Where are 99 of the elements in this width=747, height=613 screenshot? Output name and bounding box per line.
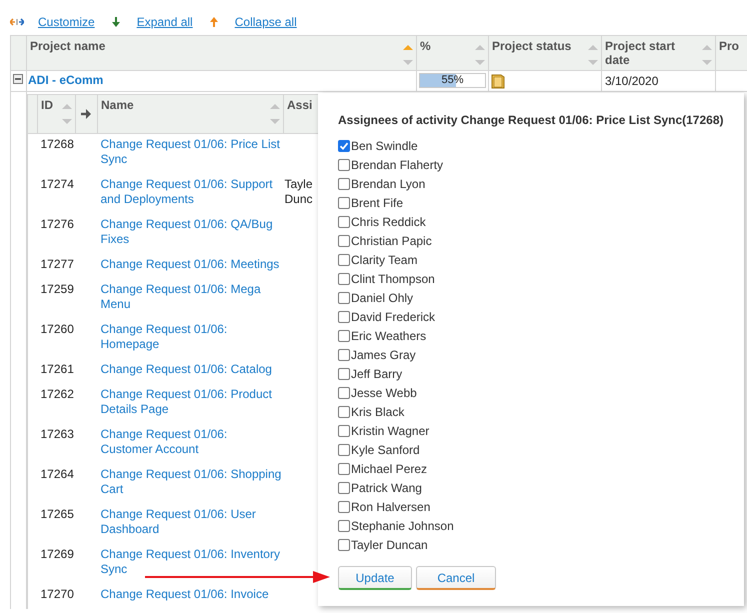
activity-id: 17264 [40,466,75,481]
assignee-option[interactable]: Clint Thompson [351,272,435,286]
activity-id: 17277 [40,256,75,271]
checkbox[interactable] [338,462,350,474]
checkbox[interactable] [338,406,350,418]
activity-id: 17270 [40,586,75,601]
assignee-option[interactable]: Ben Swindle [351,138,418,152]
checkbox[interactable] [338,216,350,228]
checkbox[interactable] [338,234,350,246]
checkbox[interactable] [338,386,350,398]
activity-link[interactable]: Change Request 01/06: Product Details Page [98,384,284,424]
checkbox[interactable] [338,500,350,512]
update-button[interactable]: Update [338,566,412,590]
header-cell[interactable]: Project start date [602,36,716,70]
project-link[interactable]: ADI - eComm [27,71,104,87]
assignee-option[interactable]: David Frederick [351,310,436,324]
activity-link[interactable]: Change Request 01/06: Mega Menu [98,279,284,319]
activity-id: 17262 [40,386,75,401]
column-label: Project name [30,39,106,55]
column-label: Project status [492,39,572,55]
assignee-option[interactable]: James Gray [351,348,416,362]
assignee-option[interactable]: Eric Weathers [351,328,426,342]
header-cell[interactable]: Pro [716,36,747,70]
folder-icon [491,73,505,89]
activity-id: 17274 [40,176,75,191]
header-cell[interactable]: Name [98,94,284,134]
checkbox[interactable] [338,272,350,284]
right-arrow-icon [80,108,92,120]
activity-link[interactable]: Change Request 01/06: Meetings [98,254,284,279]
assignee-option[interactable]: Christian Papic [351,234,432,248]
activity-link[interactable]: Change Request 01/06: Support and Deployments [98,174,284,214]
checkbox[interactable] [338,348,350,360]
checkbox[interactable] [338,444,350,456]
checkbox[interactable] [338,424,350,436]
activity-link[interactable]: Change Request 01/06: Price List Sync [98,134,284,174]
checkbox[interactable] [338,178,350,190]
checkbox[interactable] [338,330,350,342]
activity-id: 17269 [40,546,75,561]
activity-link[interactable]: Change Request 01/06: Catalog [98,359,284,384]
assignee-option[interactable]: Jeff Barry [351,366,402,380]
activity-link[interactable]: Change Request 01/06: QA/Bug Fixes [98,214,284,254]
column-label: Project start date [605,39,676,68]
activity-link[interactable]: Change Request 01/06: Invoice [98,584,284,609]
assignee-option[interactable]: Kyle Sanford [351,442,420,456]
checkbox[interactable] [338,196,350,208]
activity-id: 17263 [40,426,75,441]
header-cell[interactable]: Project name [26,36,416,70]
checkbox[interactable] [338,482,350,494]
assignee-option[interactable]: Brendan Flaherty [351,158,444,172]
checkbox[interactable] [338,140,350,152]
activity-id: 17268 [40,136,75,151]
checkbox[interactable] [338,158,350,170]
collapse-link[interactable]: Collapse all [234,15,297,29]
assignee-option[interactable]: Patrick Wang [351,480,422,494]
assignee-option[interactable]: Stephanie Johnson [351,518,454,532]
header-cell[interactable] [76,94,98,134]
assignee-option[interactable]: Kris Black [351,404,404,418]
column-label: ID [41,98,53,114]
activity-link[interactable]: Change Request 01/06: Inventory Sync [98,544,284,584]
activity-link[interactable]: Change Request 01/06: Homepage [98,319,284,359]
column-label: Assi [287,98,312,114]
column-label: Name [101,98,134,114]
start-date: 3/10/2020 [604,73,658,88]
activity-id: 17265 [40,506,75,521]
customize-link[interactable]: Customize [38,15,95,29]
checkbox[interactable] [338,254,350,266]
assignee-option[interactable]: Michael Perez [351,462,428,476]
checkbox[interactable] [338,520,350,532]
checkbox[interactable] [338,310,350,322]
assignee-option[interactable]: Ron Halversen [351,500,430,514]
collapse-icon[interactable] [13,74,23,84]
activity-link[interactable]: Change Request 01/06: Customer Account [98,424,284,464]
assignee-option[interactable]: Jesse Webb [351,386,417,400]
assignee-option[interactable]: Brent Fife [351,196,404,210]
column-label: Pro [719,39,740,55]
arrows-icon [10,17,24,27]
assignee-option[interactable]: Tayler Duncan [351,538,428,552]
assignee-name: Tayle Dunc [284,176,312,207]
cancel-button[interactable]: Cancel [416,566,496,590]
expand-link[interactable]: Expand all [136,15,193,29]
activity-id: 17261 [40,361,75,376]
assignee-option[interactable]: Chris Reddick [351,214,426,228]
header-cell[interactable]: % [416,36,488,70]
activity-link[interactable]: Change Request 01/06: Shopping Cart [98,464,284,504]
checkbox[interactable] [338,292,350,304]
checkbox[interactable] [338,368,350,380]
activity-id: 17260 [40,321,75,336]
header-cell[interactable]: Project status [488,36,602,70]
column-label: % [420,39,431,55]
assignee-option[interactable]: Kristin Wagner [351,424,430,438]
assignee-option[interactable]: Brendan Lyon [351,176,426,190]
progress-reading: 55% [440,74,465,87]
checkbox[interactable] [338,538,350,550]
activity-link[interactable]: Change Request 01/06: User Dashboard [98,504,284,544]
assignee-option[interactable]: Daniel Ohly [351,290,414,304]
assignee-option[interactable]: Clarity Team [351,252,418,266]
activity-id: 17276 [40,216,75,231]
activity-id: 17259 [40,281,75,296]
header-cell[interactable]: ID [38,94,76,134]
